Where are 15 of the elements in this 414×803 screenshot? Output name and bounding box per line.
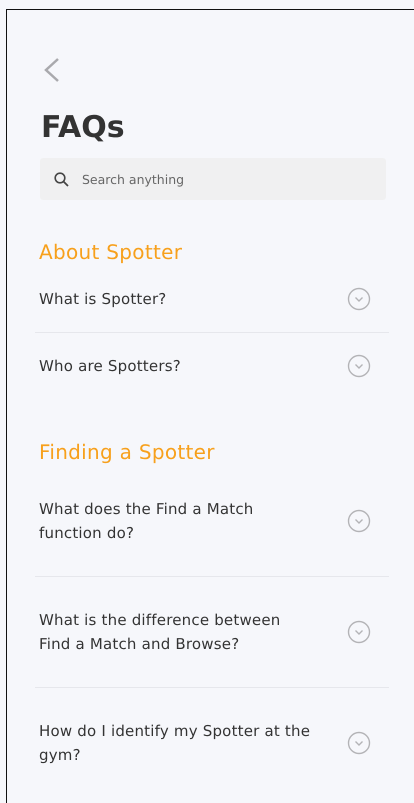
faq-question[interactable]: How do I identify my Spotter at the gym? [39, 719, 315, 767]
faq-question[interactable]: What does the Find a Match function do? [39, 497, 315, 545]
chevron-circle-icon[interactable] [347, 287, 371, 311]
faq-question[interactable]: Who are Spotters? [39, 354, 181, 378]
faq-question[interactable]: What is Spotter? [39, 287, 166, 311]
faq-question[interactable]: What is the difference between Find a Match and Browse? [39, 608, 315, 656]
section-heading: Finding a Spotter [39, 439, 216, 466]
chevron-circle-icon[interactable] [347, 620, 371, 644]
page-title: FAQs [41, 110, 126, 146]
chevron-circle-icon[interactable] [347, 509, 371, 533]
search-field[interactable]: Search anything [40, 158, 386, 200]
chevron-circle-icon[interactable] [347, 731, 371, 755]
section-heading: About Spotter [39, 239, 184, 266]
chevron-circle-icon[interactable] [347, 354, 371, 378]
search-icon [54, 172, 69, 187]
